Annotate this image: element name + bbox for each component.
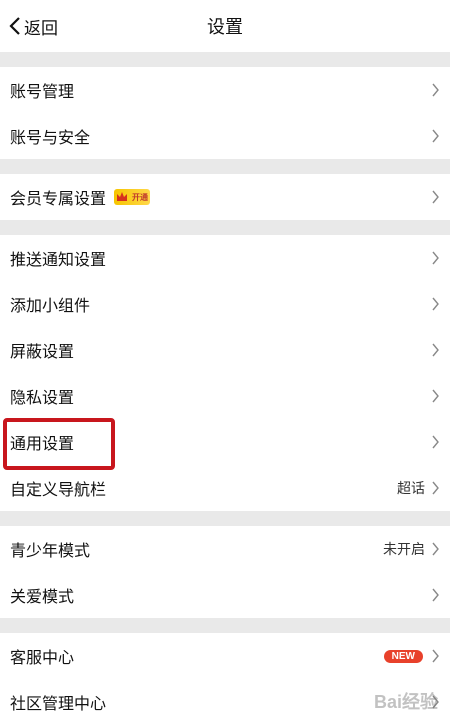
section-divider xyxy=(0,511,450,526)
section-divider xyxy=(0,159,450,174)
settings-item-add-widget[interactable]: 添加小组件 xyxy=(0,281,450,327)
settings-item-label: 会员专属设置 xyxy=(10,189,107,208)
section-divider xyxy=(0,52,450,67)
settings-item-label: 账号与安全 xyxy=(10,128,91,147)
settings-item-label: 自定义导航栏 xyxy=(10,480,107,499)
chevron-right-icon xyxy=(432,389,439,403)
settings-item-label: 社区管理中心 xyxy=(10,694,107,713)
settings-item-vip-settings[interactable]: 会员专属设置 开通 xyxy=(0,174,450,220)
settings-item-custom-navbar[interactable]: 自定义导航栏 超话 xyxy=(0,465,450,511)
chevron-right-icon xyxy=(432,83,439,97)
settings-item-label: 屏蔽设置 xyxy=(10,342,75,361)
chevron-right-icon xyxy=(432,481,439,495)
settings-item-privacy-settings[interactable]: 隐私设置 xyxy=(0,373,450,419)
settings-item-label: 添加小组件 xyxy=(10,296,91,315)
settings-item-general-settings[interactable]: 通用设置 xyxy=(0,419,450,465)
chevron-left-icon xyxy=(9,17,20,35)
settings-item-customer-service[interactable]: 客服中心 NEW xyxy=(0,633,450,679)
chevron-right-icon xyxy=(432,129,439,143)
vip-badge: 开通 xyxy=(114,189,151,205)
settings-item-value: 超话 xyxy=(397,481,425,497)
settings-item-care-mode[interactable]: 关爱模式 xyxy=(0,572,450,618)
settings-item-label: 账号管理 xyxy=(10,82,75,101)
chevron-right-icon xyxy=(432,297,439,311)
section-divider xyxy=(0,220,450,235)
settings-item-label: 客服中心 xyxy=(10,648,75,667)
section-divider xyxy=(0,618,450,633)
crown-icon xyxy=(117,192,128,201)
settings-item-label: 通用设置 xyxy=(10,434,75,453)
settings-item-block-settings[interactable]: 屏蔽设置 xyxy=(0,327,450,373)
settings-item-label: 青少年模式 xyxy=(10,541,91,560)
new-badge: NEW xyxy=(383,649,423,663)
chevron-right-icon xyxy=(432,649,439,663)
chevron-right-icon xyxy=(432,695,439,709)
settings-item-label: 关爱模式 xyxy=(10,587,75,606)
settings-item-push-notifications[interactable]: 推送通知设置 xyxy=(0,235,450,281)
settings-item-label: 推送通知设置 xyxy=(10,250,107,269)
settings-item-teen-mode[interactable]: 青少年模式 未开启 xyxy=(0,526,450,572)
chevron-right-icon xyxy=(432,190,439,204)
chevron-right-icon xyxy=(432,588,439,602)
settings-item-label: 隐私设置 xyxy=(10,388,75,407)
back-button[interactable]: 返回 xyxy=(8,0,58,52)
chevron-right-icon xyxy=(432,251,439,265)
settings-item-account-management[interactable]: 账号管理 xyxy=(0,67,450,113)
settings-item-community-management[interactable]: 社区管理中心 xyxy=(0,679,450,725)
back-label: 返回 xyxy=(24,18,58,39)
settings-item-account-security[interactable]: 账号与安全 xyxy=(0,113,450,159)
settings-item-value: 未开启 xyxy=(383,542,425,558)
page-title: 设置 xyxy=(207,17,243,38)
chevron-right-icon xyxy=(432,343,439,357)
chevron-right-icon xyxy=(432,542,439,556)
top-bar: 返回 设置 xyxy=(0,0,450,52)
chevron-right-icon xyxy=(432,435,439,449)
vip-badge-text: 开通 xyxy=(132,192,149,202)
